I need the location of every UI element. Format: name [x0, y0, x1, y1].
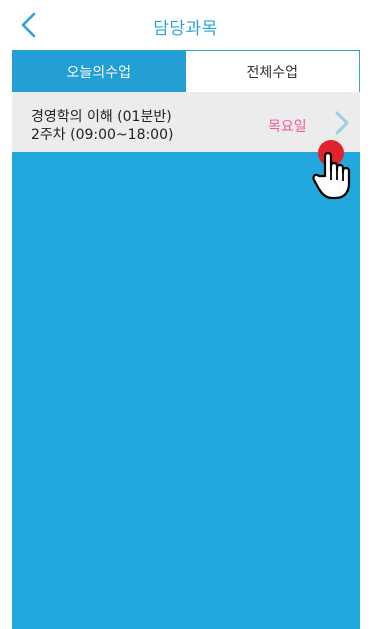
tab-bar: 오늘의수업 전체수업: [12, 50, 360, 92]
course-day: 목요일: [268, 119, 307, 135]
app-header: 담당과목: [0, 0, 371, 50]
course-schedule: 2주차 (09:00~18:00): [31, 127, 174, 143]
hand-pointer-icon: [312, 151, 351, 200]
tab-all-classes[interactable]: 전체수업: [185, 51, 359, 92]
page-title: 담당과목: [153, 19, 218, 39]
tab-today-classes[interactable]: 오늘의수업: [12, 51, 186, 92]
course-name: 경영학의 이해 (01분반): [31, 109, 172, 125]
chevron-right-icon: [335, 111, 349, 135]
course-list: 경영학의 이해 (01분반) 2주차 (09:00~18:00) 목요일: [12, 92, 360, 629]
course-row[interactable]: 경영학의 이해 (01분반) 2주차 (09:00~18:00) 목요일: [12, 92, 360, 152]
